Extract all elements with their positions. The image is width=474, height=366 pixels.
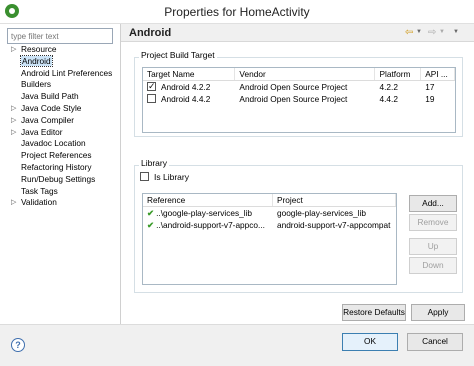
checkbox-icon[interactable] [147, 94, 156, 103]
column-header[interactable]: Platform [375, 68, 422, 80]
tree-item[interactable]: Project References [7, 150, 117, 162]
tree-item-label: Java Editor [21, 126, 63, 137]
forward-dropdown-icon[interactable]: ▼ [439, 29, 445, 35]
target-name: Android 4.2.2 [161, 82, 211, 92]
vendor-cell: Android Open Source Project [239, 82, 348, 92]
panel-divider[interactable] [120, 24, 121, 324]
is-library-label: Is Library [154, 172, 189, 182]
reference-cell: ✔ ..\android-support-v7-appco... [143, 219, 273, 231]
move-up-button[interactable]: Up [409, 238, 457, 255]
tree-item[interactable]: Refactoring History [7, 162, 117, 174]
checkmark-icon: ✔ [147, 220, 155, 230]
tree-item-label: Java Build Path [21, 91, 79, 102]
tree-item-label: Java Code Style [21, 102, 82, 113]
help-icon[interactable]: ? [11, 338, 25, 352]
tree-item[interactable]: Run/Debug Settings [7, 174, 117, 186]
checkmark-icon: ✔ [147, 208, 155, 218]
column-header[interactable]: Project [273, 194, 396, 206]
column-header[interactable]: Target Name [143, 68, 236, 80]
remove-library-button[interactable]: Remove [409, 214, 457, 231]
tree-item[interactable]: Javadoc Location [7, 138, 117, 150]
add-library-button[interactable]: Add... [409, 195, 457, 212]
table-row[interactable]: Android 4.4.2 Android Open Source Project… [143, 93, 455, 105]
reference-cell: ✔ ..\google-play-services_lib [143, 207, 273, 219]
vendor-cell: Android Open Source Project [239, 94, 348, 104]
ok-button[interactable]: OK [342, 333, 398, 351]
checkbox-icon[interactable] [140, 172, 149, 181]
expand-arrow-icon[interactable]: ▷ [11, 103, 19, 115]
tree-item-label: Refactoring History [21, 161, 92, 172]
table-header: Reference Project [143, 194, 396, 207]
table-row[interactable]: ✔ ..\android-support-v7-appco... android-s… [143, 219, 396, 231]
property-tree: ▷ Resource Android Android Lint Preferences… [7, 44, 117, 209]
expand-arrow-icon[interactable]: ▷ [11, 115, 19, 127]
tree-item[interactable]: ▷ Java Editor [7, 127, 117, 139]
project-cell: google-play-services_lib [276, 208, 366, 218]
platform-cell: 4.4.2 [379, 94, 398, 104]
tree-item[interactable]: Android [7, 54, 117, 68]
target-name-cell: Android 4.2.2 [143, 81, 235, 93]
tree-item[interactable]: ▷ Validation [7, 197, 117, 209]
forward-arrow-icon[interactable]: ⇨ [428, 27, 436, 38]
tree-item[interactable]: Builders [7, 79, 117, 91]
cancel-button[interactable]: Cancel [407, 333, 463, 351]
reference-text: ..\google-play-services_lib [156, 208, 253, 218]
tree-item[interactable]: Android Lint Preferences [7, 68, 117, 80]
column-header[interactable]: API ... [421, 68, 455, 80]
tree-item[interactable]: ▷ Java Compiler [7, 115, 117, 127]
target-name: Android 4.4.2 [161, 94, 211, 104]
checkbox-icon[interactable] [147, 81, 156, 92]
column-header[interactable]: Reference [143, 194, 273, 206]
tree-item-label: Java Compiler [21, 114, 75, 125]
project-cell: android-support-v7-appcompat [276, 220, 391, 230]
build-target-rows: Android 4.2.2 Android Open Source Project… [143, 81, 455, 105]
view-menu-icon[interactable]: ▼ [453, 29, 459, 35]
restore-defaults-button[interactable]: Restore Defaults [342, 304, 406, 321]
window-title: Properties for HomeActivity [164, 5, 310, 19]
build-target-table: Target Name Vendor Platform API ... Andr… [142, 67, 456, 133]
library-table: Reference Project ✔ ..\google-play-servic… [142, 193, 397, 285]
tree-item-label: Javadoc Location [21, 138, 86, 149]
tree-item-label: Resource [21, 44, 57, 54]
tree-item-label: Android [20, 54, 53, 67]
expand-arrow-icon[interactable]: ▷ [11, 127, 19, 139]
tree-item[interactable]: Task Tags [7, 186, 117, 198]
tree-item[interactable]: ▷ Java Code Style [7, 103, 117, 115]
tree-item-label: Task Tags [21, 185, 58, 196]
tree-item-label: Builders [21, 79, 51, 90]
tree-item-label: Project References [21, 150, 92, 161]
library-rows: ✔ ..\google-play-services_lib google-play-… [143, 207, 396, 231]
page-title: Android [129, 27, 172, 39]
table-row[interactable]: Android 4.2.2 Android Open Source Project… [143, 81, 455, 93]
target-name-cell: Android 4.4.2 [143, 93, 235, 105]
back-dropdown-icon[interactable]: ▼ [416, 29, 422, 35]
column-header[interactable]: Vendor [235, 68, 376, 80]
expand-arrow-icon[interactable]: ▷ [11, 197, 19, 209]
tree-item-label: Run/Debug Settings [21, 173, 96, 184]
api-cell: 17 [425, 82, 435, 92]
platform-cell: 4.2.2 [379, 82, 398, 92]
apply-button[interactable]: Apply [411, 304, 465, 321]
tree-item[interactable]: ▷ Resource [7, 44, 117, 56]
tree-item-label: Android Lint Preferences [21, 67, 113, 78]
tree-item[interactable]: Java Build Path [7, 91, 117, 103]
dialog-button-bar [0, 324, 474, 366]
move-down-button[interactable]: Down [409, 257, 457, 274]
library-legend: Library [139, 158, 169, 168]
table-header: Target Name Vendor Platform API ... [143, 68, 455, 81]
tree-item-label: Validation [21, 197, 57, 208]
reference-text: ..\android-support-v7-appco... [156, 220, 265, 230]
filter-input[interactable] [7, 28, 113, 44]
expand-arrow-icon[interactable]: ▷ [11, 44, 19, 56]
back-arrow-icon[interactable]: ⇦ [405, 27, 413, 38]
api-cell: 19 [425, 94, 435, 104]
is-library-checkbox[interactable]: Is Library [140, 172, 189, 182]
build-target-legend: Project Build Target [139, 50, 217, 60]
table-row[interactable]: ✔ ..\google-play-services_lib google-play-… [143, 207, 396, 219]
